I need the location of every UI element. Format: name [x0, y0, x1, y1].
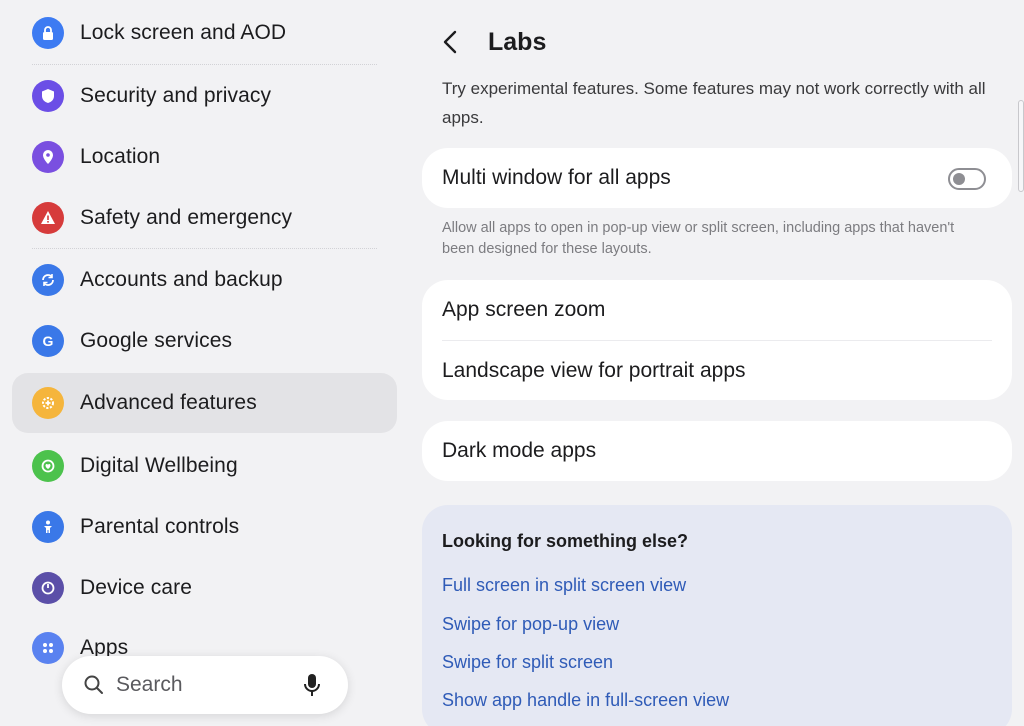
page-header: Labs	[440, 22, 546, 62]
wellbeing-icon	[32, 450, 64, 482]
row-label: Dark mode apps	[442, 439, 597, 462]
suggestions-title: Looking for something else?	[442, 531, 689, 551]
sidebar-item-device-care[interactable]: Device care	[12, 558, 397, 618]
sidebar-item-digital-wellbeing[interactable]: Digital Wellbeing	[12, 436, 397, 496]
sidebar-item-security-privacy[interactable]: Security and privacy	[12, 66, 397, 126]
sidebar-item-label: Lock screen and AOD	[80, 21, 287, 44]
child-icon	[32, 511, 64, 543]
scrollbar[interactable]	[1018, 100, 1024, 192]
lock-icon	[32, 17, 64, 49]
apps-icon	[32, 632, 64, 664]
search-icon	[84, 675, 103, 694]
search-bar[interactable]: Search	[62, 656, 348, 714]
back-arrow-icon[interactable]	[440, 28, 462, 56]
sidebar-item-safety-emergency[interactable]: Safety and emergency	[12, 188, 397, 248]
landscape-view-row[interactable]: Landscape view for portrait apps	[442, 341, 992, 401]
sidebar-item-google-services[interactable]: G Google services	[12, 311, 397, 371]
shield-icon	[32, 80, 64, 112]
suggestion-link[interactable]: Swipe for split screen	[442, 652, 613, 673]
sidebar-item-parental-controls[interactable]: Parental controls	[12, 497, 397, 557]
dark-mode-card[interactable]: Dark mode apps	[422, 421, 1012, 481]
location-pin-icon	[32, 141, 64, 173]
sidebar-item-accounts-backup[interactable]: Accounts and backup	[12, 250, 397, 310]
svg-text:G: G	[43, 333, 54, 349]
toggle-knob	[953, 173, 965, 185]
sidebar-item-label: Safety and emergency	[80, 206, 293, 229]
labs-panel: Labs Try experimental features. Some fea…	[410, 0, 1024, 726]
google-icon: G	[32, 325, 64, 357]
row-label: App screen zoom	[442, 298, 606, 321]
device-care-icon	[32, 572, 64, 604]
sidebar-item-location[interactable]: Location	[12, 127, 397, 187]
sidebar-item-label: Accounts and backup	[80, 268, 283, 291]
multi-window-card[interactable]: Multi window for all apps	[422, 148, 1012, 208]
sidebar-item-label: Device care	[80, 576, 192, 599]
sidebar-item-advanced-features[interactable]: Advanced features	[12, 373, 397, 433]
microphone-icon[interactable]	[302, 672, 322, 698]
dark-mode-row[interactable]: Dark mode apps	[442, 421, 992, 481]
divider	[32, 248, 377, 249]
intro-text: Try experimental features. Some features…	[442, 79, 986, 127]
divider	[32, 64, 377, 65]
sidebar-item-label: Security and privacy	[80, 84, 272, 107]
sync-icon	[32, 264, 64, 296]
multi-window-label: Multi window for all apps	[442, 166, 671, 189]
sidebar-item-label: Digital Wellbeing	[80, 454, 238, 477]
sidebar-item-lock-screen[interactable]: Lock screen and AOD	[12, 3, 397, 63]
page-title: Labs	[488, 27, 547, 56]
multi-window-helper-text: Allow all apps to open in pop-up view or…	[442, 220, 955, 257]
suggestion-link[interactable]: Swipe for pop-up view	[442, 614, 619, 635]
sidebar-item-label: Advanced features	[80, 391, 257, 414]
app-screen-zoom-row[interactable]: App screen zoom	[442, 280, 992, 340]
multi-window-row[interactable]: Multi window for all apps	[442, 148, 992, 208]
settings-sidebar: Lock screen and AOD Security and privacy…	[0, 0, 410, 726]
sidebar-item-label: Google services	[80, 329, 233, 352]
sidebar-item-label: Location	[80, 145, 161, 168]
zoom-card: App screen zoom Landscape view for portr…	[422, 280, 1012, 400]
row-label: Landscape view for portrait apps	[442, 359, 746, 382]
gear-plus-icon	[32, 387, 64, 419]
sidebar-item-label: Parental controls	[80, 515, 240, 538]
suggestions-card: Looking for something else? Full screen …	[422, 505, 1012, 726]
suggestion-link[interactable]: Show app handle in full-screen view	[442, 690, 729, 711]
search-label: Search	[116, 673, 183, 696]
suggestion-link[interactable]: Full screen in split screen view	[442, 575, 686, 596]
multi-window-toggle[interactable]	[948, 168, 986, 190]
alert-icon	[32, 202, 64, 234]
